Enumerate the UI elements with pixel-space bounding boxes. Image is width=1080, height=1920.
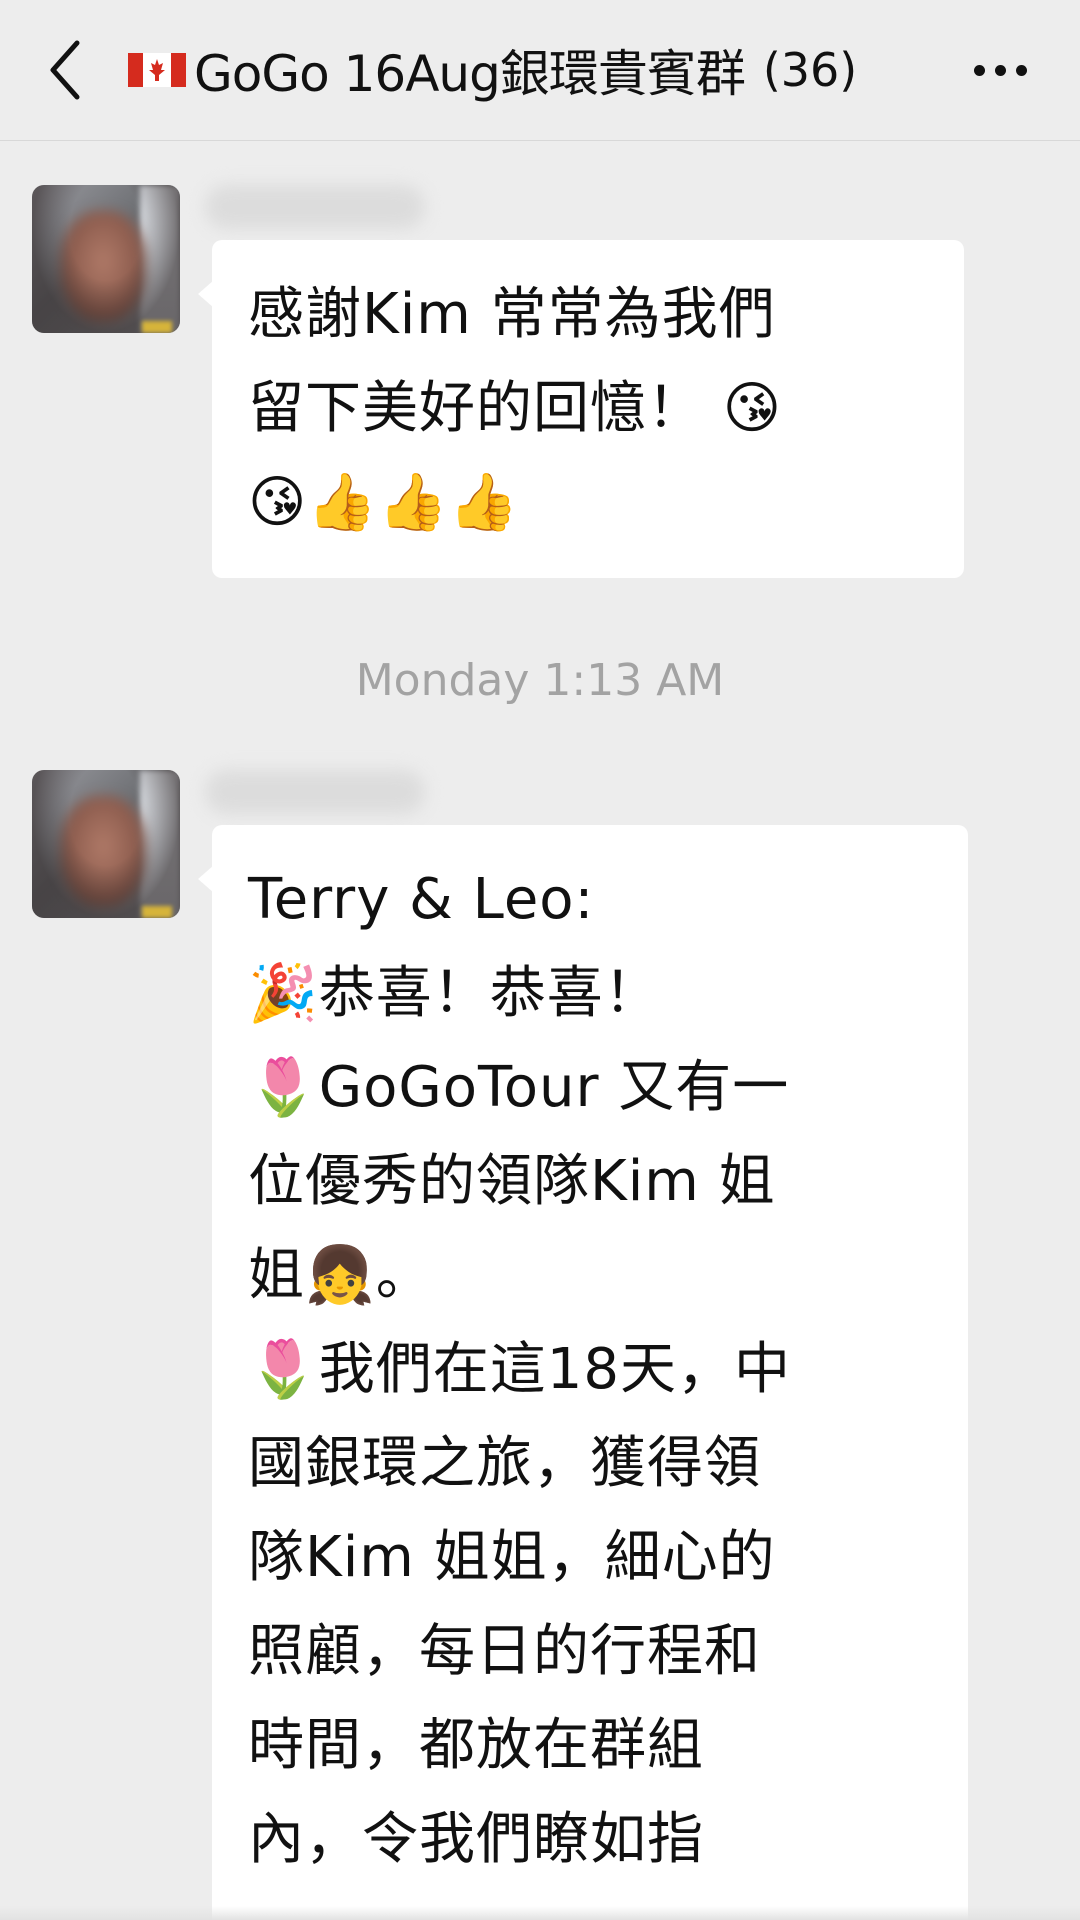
more-options-button[interactable] xyxy=(960,40,1040,100)
bottom-edge xyxy=(0,1906,1080,1920)
message-line: 🎉恭喜！恭喜！ xyxy=(248,961,661,1026)
chat-screen: GoGo 16Aug銀環貴賓群 (36) 感謝Kim 常常為我們 留下美好的回憶… xyxy=(0,0,1080,1920)
timestamp: Monday 1:13 AM xyxy=(355,655,725,706)
sender-name-blurred xyxy=(205,770,425,814)
message-line: 國銀環之旅，獲得領 xyxy=(248,1431,761,1496)
message-line: 留下美好的回憶！ 😘 xyxy=(248,376,783,441)
back-button[interactable] xyxy=(30,30,100,110)
message-line: 🌷我們在這18天，中 xyxy=(248,1337,791,1402)
sender-avatar[interactable] xyxy=(32,185,180,333)
canada-flag-icon xyxy=(128,53,186,87)
message-line: 🌷GoGoTour 又有一 xyxy=(248,1055,790,1120)
message-line: 隊Kim 姐姐，細心的 xyxy=(248,1525,776,1590)
message-line: 姐👧。 xyxy=(248,1243,433,1308)
message-line: 😘👍👍👍 xyxy=(248,470,520,535)
chat-header: GoGo 16Aug銀環貴賓群 (36) xyxy=(0,0,1080,141)
more-horizontal-icon xyxy=(973,64,985,76)
chat-title[interactable]: GoGo 16Aug銀環貴賓群 (36) xyxy=(128,40,858,103)
message-line: 感謝Kim 常常為我們 xyxy=(248,282,776,347)
message-line: Terry & Leo: xyxy=(248,867,595,932)
message-line: 內，令我們瞭如指 xyxy=(248,1807,704,1872)
chevron-left-icon xyxy=(50,40,80,100)
sender-avatar[interactable] xyxy=(32,770,180,918)
message-line: 時間，都放在群組 xyxy=(248,1713,704,1778)
message-line: 位優秀的領隊Kim 姐 xyxy=(248,1149,776,1214)
message-bubble[interactable]: Terry & Leo: 🎉恭喜！恭喜！ 🌷GoGoTour 又有一 位優秀的領… xyxy=(198,825,968,1920)
chat-title-text: GoGo 16Aug銀環貴賓群 xyxy=(194,45,746,103)
sender-name-blurred xyxy=(205,185,425,229)
member-count: (36) xyxy=(762,43,858,97)
message-bubble[interactable]: 感謝Kim 常常為我們 留下美好的回憶！ 😘 😘👍👍👍 xyxy=(198,240,964,578)
message-line: 照顧，每日的行程和 xyxy=(248,1619,761,1684)
